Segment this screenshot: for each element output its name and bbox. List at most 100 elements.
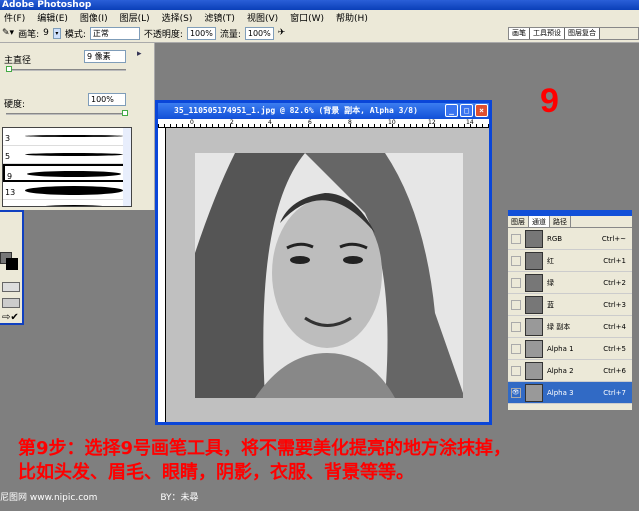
watermark-author: BY：未尋 — [160, 493, 199, 503]
caption: 第9步：选择9号画笔工具，将不需要美化提亮的地方涂抹掉， 比如头发、眉毛、眼睛，… — [18, 437, 511, 485]
tab-layers[interactable]: 图层 — [508, 216, 529, 227]
brush-preset-9[interactable]: 9 — [3, 164, 131, 182]
tab-brushes[interactable]: 画笔 — [509, 28, 530, 39]
channel-shortcut: Ctrl+2 — [603, 278, 626, 287]
channel-shortcut: Ctrl+~ — [601, 234, 626, 243]
watermark-site: 尼图网 www.nipic.com — [0, 493, 98, 503]
brush-preset-13[interactable]: 13 — [3, 182, 131, 200]
footer: 尼图网 www.nipic.com BY：未尋 — [0, 490, 199, 503]
diameter-label: 主直径 — [4, 56, 32, 66]
menu-filter[interactable]: 滤镜(T) — [204, 11, 243, 24]
visibility-toggle-icon[interactable] — [511, 233, 521, 244]
menu-image[interactable]: 图像(I) — [80, 11, 116, 24]
palette-well: 画笔 工具预设 图层复合 — [508, 27, 639, 40]
visibility-toggle-icon[interactable] — [511, 321, 521, 332]
brush-preset-19[interactable] — [3, 200, 131, 206]
tab-paths[interactable]: 路径 — [550, 216, 571, 227]
minimize-button[interactable]: _ — [445, 104, 458, 117]
tab-layer-comps[interactable]: 图层复合 — [565, 28, 600, 39]
horizontal-ruler: 0 2 4 6 8 10 12 14 — [158, 119, 489, 128]
channel-shortcut: Ctrl+3 — [603, 300, 626, 309]
channel-shortcut: Ctrl+6 — [603, 366, 626, 375]
menu-layer[interactable]: 图层(L) — [120, 11, 158, 24]
scrollbar[interactable] — [123, 128, 131, 206]
channel-thumbnail — [525, 295, 543, 314]
tab-channels[interactable]: 通道 — [529, 216, 550, 227]
flow-field[interactable]: 100% — [244, 26, 274, 40]
channel-row[interactable]: 绿 副本 Ctrl+4 — [508, 316, 632, 338]
channel-thumbnail — [525, 383, 543, 402]
channel-name: Alpha 2 — [547, 366, 574, 375]
channel-shortcut: Ctrl+5 — [603, 344, 626, 353]
app-titlebar: Adobe Photoshop — [0, 0, 639, 10]
channels-panel-tabs: 图层 通道 路径 — [508, 216, 632, 228]
tab-tool-presets[interactable]: 工具预设 — [530, 28, 565, 39]
hardness-slider[interactable] — [6, 110, 128, 116]
brush-preset-5[interactable]: 5 — [3, 146, 131, 164]
opacity-field[interactable]: 100% — [186, 26, 216, 40]
diameter-slider[interactable] — [6, 66, 126, 72]
step-number: 9 — [540, 82, 559, 120]
menu-file[interactable]: 件(F) — [4, 11, 33, 24]
visibility-toggle-icon[interactable] — [511, 365, 521, 376]
document-titlebar[interactable]: 35_110505174951_1.jpg @ 82.6% (背景 副本, Al… — [158, 103, 489, 119]
brush-picker-button[interactable]: ▾ — [52, 27, 61, 39]
flow-label: 流量: — [219, 29, 241, 40]
menu-select[interactable]: 选择(S) — [162, 11, 201, 24]
channel-row[interactable]: 👁 Alpha 3 Ctrl+7 — [508, 382, 632, 404]
visibility-toggle-icon[interactable]: 👁 — [511, 387, 521, 398]
hardness-field[interactable]: 100% — [88, 93, 126, 106]
channel-thumbnail — [525, 361, 543, 380]
channel-name: 红 — [547, 256, 554, 265]
canvas-image — [195, 153, 463, 398]
channel-name: RGB — [547, 234, 563, 243]
menu-view[interactable]: 视图(V) — [247, 11, 286, 24]
mode-select[interactable]: 正常 — [89, 26, 140, 40]
brush-size-preview[interactable]: 9 — [43, 28, 49, 38]
document-window: 35_110505174951_1.jpg @ 82.6% (背景 副本, Al… — [155, 100, 492, 425]
brush-tool-icon[interactable]: ✎▾ — [2, 28, 14, 38]
panel-menu-icon[interactable]: ▸ — [137, 49, 142, 59]
toolbox: ⇨✔ — [0, 210, 24, 325]
visibility-toggle-icon[interactable] — [511, 277, 521, 288]
document-title: 35_110505174951_1.jpg @ 82.6% (背景 副本, Al… — [174, 106, 418, 115]
channel-name: Alpha 3 — [547, 388, 574, 397]
airbrush-icon[interactable]: ✈ — [278, 28, 286, 38]
maximize-button[interactable]: □ — [460, 104, 473, 117]
channel-row[interactable]: 红 Ctrl+1 — [508, 250, 632, 272]
channel-name: 蓝 — [547, 300, 554, 309]
hardness-label: 硬度: — [4, 100, 26, 110]
visibility-toggle-icon[interactable] — [511, 343, 521, 354]
caption-line-2: 比如头发、眉毛、眼睛，阴影，衣服、背景等等。 — [18, 462, 414, 483]
background-color-swatch[interactable] — [6, 258, 18, 270]
menu-bar: 件(F) 编辑(E) 图像(I) 图层(L) 选择(S) 滤镜(T) 视图(V)… — [0, 10, 639, 24]
channels-panel: 图层 通道 路径 RGB Ctrl+~ 红 Ctrl+1 绿 Ctrl+2 蓝 Ctrl+3 绿… — [508, 210, 632, 410]
channel-thumbnail — [525, 251, 543, 270]
channel-thumbnail — [525, 317, 543, 336]
vertical-ruler — [158, 128, 166, 422]
menu-window[interactable]: 窗口(W) — [290, 11, 332, 24]
channel-row[interactable]: Alpha 2 Ctrl+6 — [508, 360, 632, 382]
channel-row[interactable]: 绿 Ctrl+2 — [508, 272, 632, 294]
channel-name: 绿 — [547, 278, 554, 287]
brush-label: 画笔: — [18, 29, 40, 40]
close-button[interactable]: × — [475, 104, 488, 117]
menu-edit[interactable]: 编辑(E) — [37, 11, 76, 24]
brush-preset-list: 3 5 9 13 — [2, 127, 132, 207]
diameter-field[interactable]: 9 像素 — [84, 50, 126, 63]
channel-thumbnail — [525, 339, 543, 358]
quickmask-icon[interactable] — [2, 282, 20, 292]
menu-help[interactable]: 帮助(H) — [336, 11, 376, 24]
channel-row[interactable]: RGB Ctrl+~ — [508, 228, 632, 250]
channel-shortcut: Ctrl+7 — [603, 388, 626, 397]
screen-mode-icon[interactable] — [2, 298, 20, 308]
visibility-toggle-icon[interactable] — [511, 299, 521, 310]
opacity-label: 不透明度: — [143, 29, 183, 40]
jump-to-imageready-icon[interactable]: ⇨✔ — [2, 312, 19, 323]
channel-row[interactable]: Alpha 1 Ctrl+5 — [508, 338, 632, 360]
channel-thumbnail — [525, 273, 543, 292]
brush-preset-3[interactable]: 3 — [3, 128, 131, 146]
app-title: Adobe Photoshop — [2, 0, 92, 10]
visibility-toggle-icon[interactable] — [511, 255, 521, 266]
channel-row[interactable]: 蓝 Ctrl+3 — [508, 294, 632, 316]
